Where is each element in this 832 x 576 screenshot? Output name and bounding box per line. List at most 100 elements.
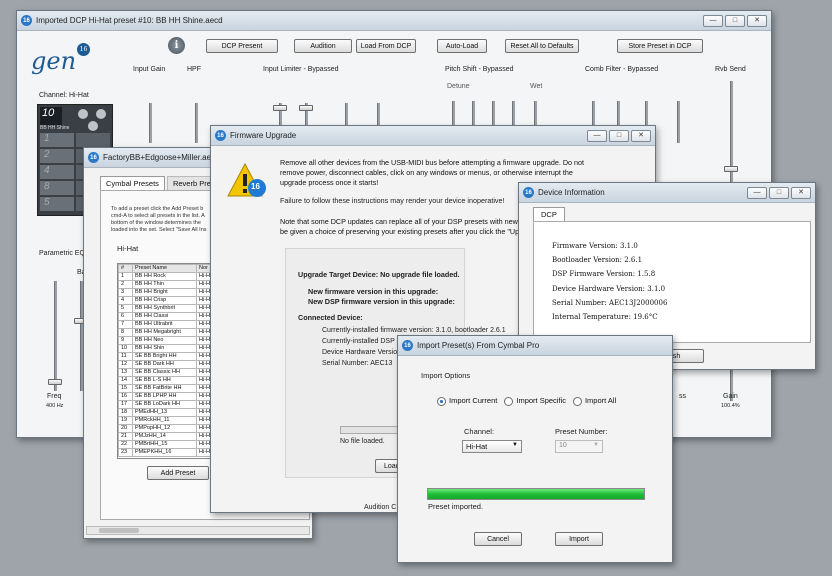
column-header[interactable]: Preset Name (132, 264, 197, 273)
scrollbar-thumb[interactable] (99, 528, 139, 533)
serial-number: Serial Number: AEC13J2000006 (552, 298, 668, 307)
input-gain-label: Input Gain (133, 66, 166, 73)
device-info-titlebar[interactable]: 16 Device Information — □ ✕ (519, 183, 815, 203)
reset-all-button[interactable]: Reset All to Defaults (505, 39, 579, 53)
app-icon: 16 (88, 152, 99, 163)
table-cell: 16 (118, 392, 133, 401)
pad-number: 5 (44, 197, 50, 208)
channel-select[interactable]: Hi-Hat ▼ (462, 440, 522, 453)
internal-temperature: Internal Temperature: 19.6°C (552, 313, 658, 322)
preset-number-select[interactable]: 10 ▼ (555, 440, 603, 453)
table-cell: 21 (118, 432, 133, 441)
app-icon: 16 (402, 340, 413, 351)
input-limiter-label: Input Limiter - Bypassed (263, 66, 339, 73)
maximize-button[interactable]: □ (769, 186, 789, 199)
table-cell: BB HH Megabright (132, 328, 197, 337)
new-firmware-version: New firmware version in this upgrade: (308, 287, 439, 296)
rvb-send-thumb[interactable] (724, 166, 738, 172)
no-file-loaded: No file loaded. (340, 438, 385, 445)
import-titlebar[interactable]: 16 Import Preset(s) From Cymbal Pro (398, 336, 672, 356)
pad-9[interactable]: 5 (40, 197, 74, 211)
warning-icon (227, 162, 266, 197)
cancel-button[interactable]: Cancel (474, 532, 522, 546)
radio-import-all[interactable]: Import All (572, 396, 616, 406)
table-cell: 17 (118, 400, 133, 409)
eq-freq-thumb[interactable] (48, 379, 62, 385)
table-cell: 5 (118, 304, 133, 313)
tab-cymbal-presets[interactable]: Cymbal Presets (100, 176, 165, 190)
main-titlebar[interactable]: 16 Imported DCP Hi-Hat preset #10: BB HH… (17, 11, 771, 31)
table-cell: BB HH Rock (132, 272, 197, 281)
table-cell: 2 (118, 280, 133, 289)
warning-line: Remove all other devices from the USB-MI… (280, 158, 585, 167)
add-preset-button[interactable]: Add Preset (147, 466, 209, 480)
dcp-present-button[interactable]: DCP Present (206, 39, 278, 53)
ess-label: ss (679, 393, 686, 400)
radio-import-current[interactable]: Import Current (437, 396, 497, 406)
limiter-slider-thumb[interactable] (273, 105, 287, 111)
close-button[interactable]: ✕ (747, 14, 767, 27)
limiter-slider-thumb[interactable] (299, 105, 313, 111)
channel-number: 10 (42, 107, 55, 119)
tab-dcp[interactable]: DCP (533, 207, 565, 221)
radio-button[interactable] (504, 396, 514, 406)
pad-1[interactable]: 1 (40, 133, 74, 147)
current-firmware: Currently-installed firmware version: 3.… (322, 327, 506, 334)
pad-3[interactable]: 2 (40, 149, 74, 163)
channel-knob[interactable] (88, 121, 98, 131)
minimize-button[interactable]: — (747, 186, 767, 199)
app-icon: 16 (215, 130, 226, 141)
minimize-button[interactable]: — (587, 129, 607, 142)
freq-value: 400 Hz (46, 403, 64, 409)
pad-2[interactable] (76, 133, 110, 147)
channel-display-sub: BB HH Shine (40, 125, 70, 131)
table-cell: BB HH Synthbrit (132, 304, 197, 313)
auto-load-button[interactable]: Auto-Load (437, 39, 487, 53)
radio-label: Import Specific (516, 396, 566, 405)
channel-knob[interactable] (96, 109, 106, 119)
maximize-button[interactable]: □ (725, 14, 745, 27)
hpf-slider[interactable] (195, 103, 198, 143)
table-cell: 3 (118, 288, 133, 297)
firmware-titlebar[interactable]: 16 Firmware Upgrade — □ ✕ (211, 126, 655, 146)
radio-import-specific[interactable]: Import Specific (504, 396, 566, 406)
radio-button[interactable] (437, 396, 446, 406)
info-icon[interactable]: i (168, 37, 185, 54)
eq-freq-slider[interactable] (54, 281, 57, 391)
load-from-dcp-button[interactable]: Load From DCP (356, 39, 416, 53)
pad-5[interactable]: 4 (40, 165, 74, 179)
freq-label: Freq (47, 393, 62, 400)
table-cell: SE BB Bright HH (132, 352, 197, 361)
channel-display: 10 (40, 107, 62, 125)
maximize-button[interactable]: □ (609, 129, 629, 142)
table-cell: SE BB Dark HH (132, 360, 197, 369)
pad-7[interactable]: 8 (40, 181, 74, 195)
logo-text: gen (31, 47, 77, 75)
failure-text: Failure to follow these instructions may… (280, 196, 505, 205)
hardware-version: Device Hardware Version (322, 349, 401, 356)
column-header[interactable]: # (118, 264, 133, 273)
logo-badge: 16 (77, 43, 90, 56)
radio-button[interactable] (572, 396, 582, 406)
channel-knob[interactable] (78, 109, 88, 119)
device-info-lines: Firmware Version: 3.1.0 Bootloader Versi… (552, 239, 667, 324)
comb-slider[interactable] (677, 101, 680, 143)
close-button[interactable]: ✕ (631, 129, 651, 142)
table-cell: SE BB L-S HH (132, 376, 197, 385)
table-cell: 10 (118, 344, 133, 353)
input-gain-slider[interactable] (149, 103, 152, 143)
table-cell: 15 (118, 384, 133, 393)
import-title: Import Preset(s) From Cymbal Pro (417, 341, 540, 350)
table-cell: 14 (118, 376, 133, 385)
group-label: Hi-Hat (117, 244, 139, 253)
audition-button[interactable]: Audition (294, 39, 352, 53)
table-cell: 13 (118, 368, 133, 377)
horizontal-scrollbar[interactable] (86, 526, 310, 535)
store-preset-button[interactable]: Store Preset in DCP (617, 39, 703, 53)
table-cell: BB HH Thin (132, 280, 197, 289)
channel-label: Channel: Hi-Hat (39, 92, 89, 99)
close-button[interactable]: ✕ (791, 186, 811, 199)
table-cell: 1 (118, 272, 133, 281)
import-button[interactable]: Import (555, 532, 603, 546)
minimize-button[interactable]: — (703, 14, 723, 27)
